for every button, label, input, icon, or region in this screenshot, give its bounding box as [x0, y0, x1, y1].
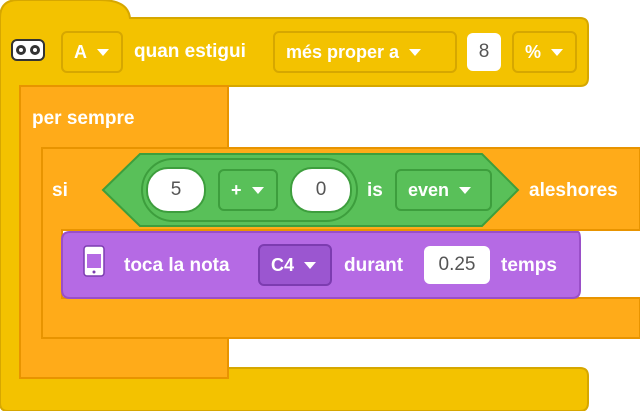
then-label: aleshores	[529, 180, 618, 201]
if-label: si	[52, 180, 68, 201]
for-label: durant	[344, 255, 404, 276]
distance-sensor-icon	[11, 39, 45, 61]
right-operand-input[interactable]: 0	[290, 167, 352, 213]
chevron-down-icon	[459, 186, 472, 194]
operator-dropdown-label: +	[231, 179, 242, 200]
parity-dropdown[interactable]: even	[395, 169, 492, 211]
beats-label: temps	[501, 255, 557, 276]
port-dropdown-label: A	[74, 41, 87, 62]
note-dropdown-label: C4	[271, 254, 295, 275]
parity-dropdown-label: even	[408, 179, 450, 200]
forever-label: per sempre	[32, 108, 135, 129]
chevron-down-icon	[97, 48, 109, 56]
when-label: quan estigui	[134, 41, 246, 62]
left-operand-input[interactable]: 5	[146, 167, 206, 213]
chevron-down-icon	[251, 186, 264, 194]
chevron-down-icon	[551, 48, 564, 56]
comparison-dropdown-label: més proper a	[286, 41, 400, 62]
unit-dropdown[interactable]: %	[512, 31, 577, 73]
port-dropdown[interactable]: A	[61, 31, 123, 73]
distance-value-input[interactable]: 8	[467, 33, 501, 71]
chevron-down-icon	[304, 261, 317, 269]
play-note-label: toca la nota	[124, 255, 230, 276]
chevron-down-icon	[409, 48, 422, 56]
unit-dropdown-label: %	[525, 41, 542, 62]
comparison-dropdown[interactable]: més proper a	[273, 31, 457, 73]
note-dropdown[interactable]: C4	[258, 244, 332, 286]
hub-icon	[83, 245, 105, 277]
is-label: is	[367, 180, 383, 201]
operator-dropdown[interactable]: +	[218, 169, 278, 211]
duration-input[interactable]: 0.25	[424, 246, 490, 284]
